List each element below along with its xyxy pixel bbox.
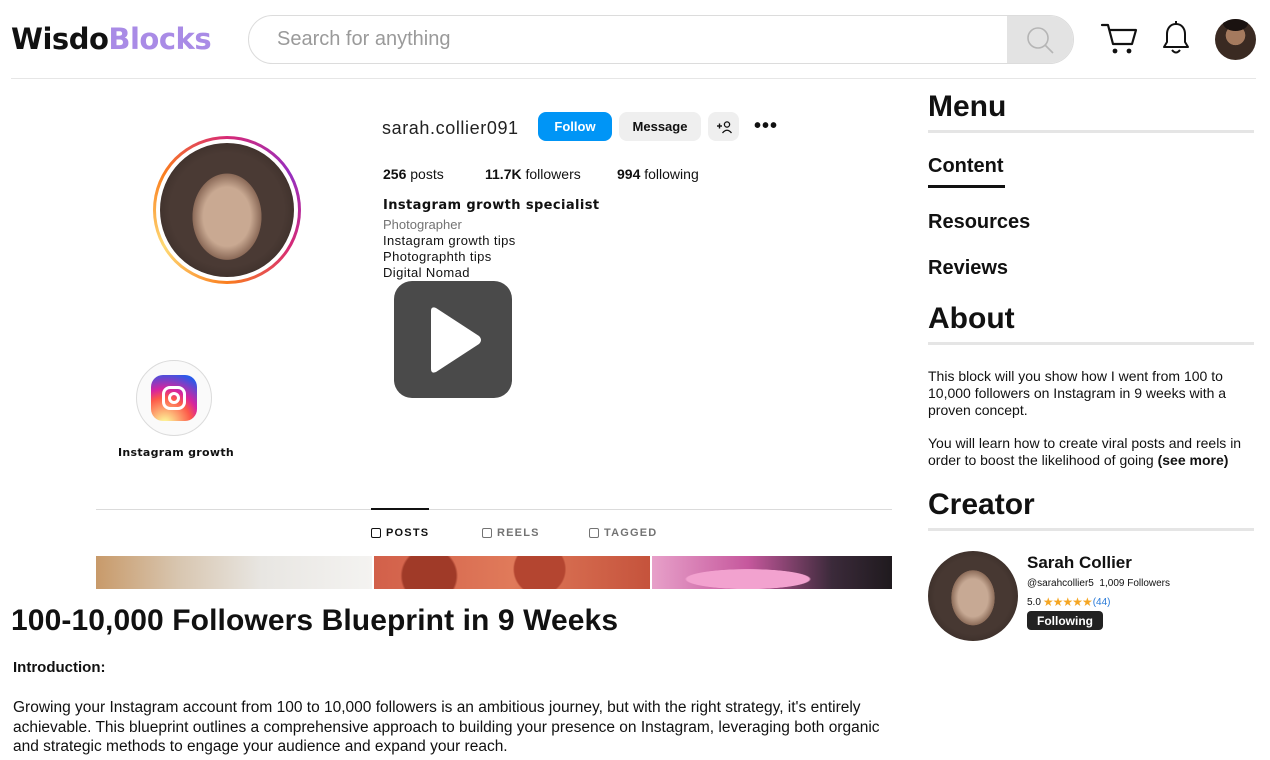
rating-value: 5.0 (1027, 596, 1041, 608)
header-divider (11, 78, 1256, 79)
reels-icon (482, 528, 492, 538)
creator-meta: @sarahcollier5 1,009 Followers (1027, 578, 1170, 589)
bio-category: Photographer (383, 217, 462, 232)
post-thumbnail[interactable] (652, 556, 892, 589)
post-thumbnail[interactable] (96, 556, 372, 589)
intro-heading: Introduction: (13, 659, 106, 676)
bio-line: Photographth tips (383, 249, 492, 264)
logo-text-blocks: Blocks (108, 22, 212, 56)
cart-icon[interactable] (1100, 20, 1138, 56)
instagram-icon (151, 375, 197, 421)
menu-heading: Menu (928, 90, 1007, 123)
profile-username: sarah.collier091 (382, 118, 519, 138)
user-avatar[interactable] (1215, 19, 1256, 60)
menu-item-resources[interactable]: Resources (928, 211, 1030, 234)
menu-item-reviews[interactable]: Reviews (928, 257, 1008, 280)
see-more-link[interactable]: (see more) (1158, 452, 1229, 468)
more-options-icon[interactable]: ••• (754, 116, 778, 136)
stat-followers[interactable]: 11.7K followers (485, 166, 581, 182)
block-title: 100-10,000 Followers Blueprint in 9 Week… (11, 604, 619, 637)
profile-follow-button[interactable]: Follow (538, 112, 612, 141)
tab-reels[interactable]: REELS (482, 527, 540, 539)
creator-handle: @sarahcollier5 (1027, 578, 1094, 589)
menu-item-content[interactable]: Content (928, 155, 1004, 178)
rating-count[interactable]: (44) (1093, 597, 1111, 608)
following-button[interactable]: Following (1027, 611, 1103, 630)
add-person-icon (716, 120, 732, 133)
profile-avatar (160, 143, 294, 277)
post-thumbnail[interactable] (374, 556, 650, 589)
bio-line: Instagram growth tips (383, 233, 516, 248)
grid-icon (371, 528, 381, 538)
bell-icon[interactable] (1162, 20, 1190, 56)
play-button[interactable] (394, 281, 512, 398)
creator-heading: Creator (928, 488, 1035, 521)
logo-text-wisdo: Wisdo (11, 22, 109, 56)
active-tab-indicator (371, 508, 429, 510)
bio-line: Digital Nomad (383, 265, 470, 280)
creator-followers: 1,009 Followers (1099, 578, 1171, 589)
about-rule (928, 342, 1254, 345)
profile-avatar-ring (153, 136, 301, 284)
menu-rule (928, 130, 1254, 133)
tagged-icon (589, 528, 599, 538)
tabs-divider (96, 509, 892, 510)
bio-name: Instagram growth specialist (383, 198, 600, 213)
stat-posts: 256 posts (383, 166, 444, 182)
add-person-button[interactable] (708, 112, 739, 141)
creator-rating: 5.0 ★★★★★ (44) (1027, 595, 1111, 609)
story-highlight-label: Instagram growth (117, 446, 235, 459)
story-highlight[interactable] (136, 360, 212, 436)
creator-avatar[interactable] (928, 551, 1018, 641)
tab-tagged[interactable]: TAGGED (589, 527, 657, 539)
rating-stars-icon: ★★★★★ (1042, 595, 1093, 609)
intro-paragraph: Growing your Instagram account from 100 … (13, 699, 880, 755)
profile-message-button[interactable]: Message (619, 112, 701, 141)
creator-rule (928, 528, 1254, 531)
about-heading: About (928, 302, 1015, 335)
stat-following[interactable]: 994 following (617, 166, 699, 182)
search-icon (1027, 26, 1054, 54)
search-button[interactable] (1007, 16, 1073, 63)
block-media-preview: sarah.collier091 Follow Message ••• 256 … (96, 90, 892, 590)
top-header: WisdoBlocks (0, 0, 1270, 80)
search-bar (248, 15, 1074, 64)
logo[interactable]: WisdoBlocks (11, 20, 212, 58)
creator-name[interactable]: Sarah Collier (1027, 553, 1132, 573)
active-menu-indicator (928, 185, 1005, 188)
tab-posts[interactable]: POSTS (371, 527, 429, 539)
search-input[interactable] (249, 16, 1009, 63)
about-paragraph: You will learn how to create viral posts… (928, 435, 1242, 468)
play-icon (431, 306, 481, 373)
about-paragraph: This block will you show how I went from… (928, 368, 1227, 418)
